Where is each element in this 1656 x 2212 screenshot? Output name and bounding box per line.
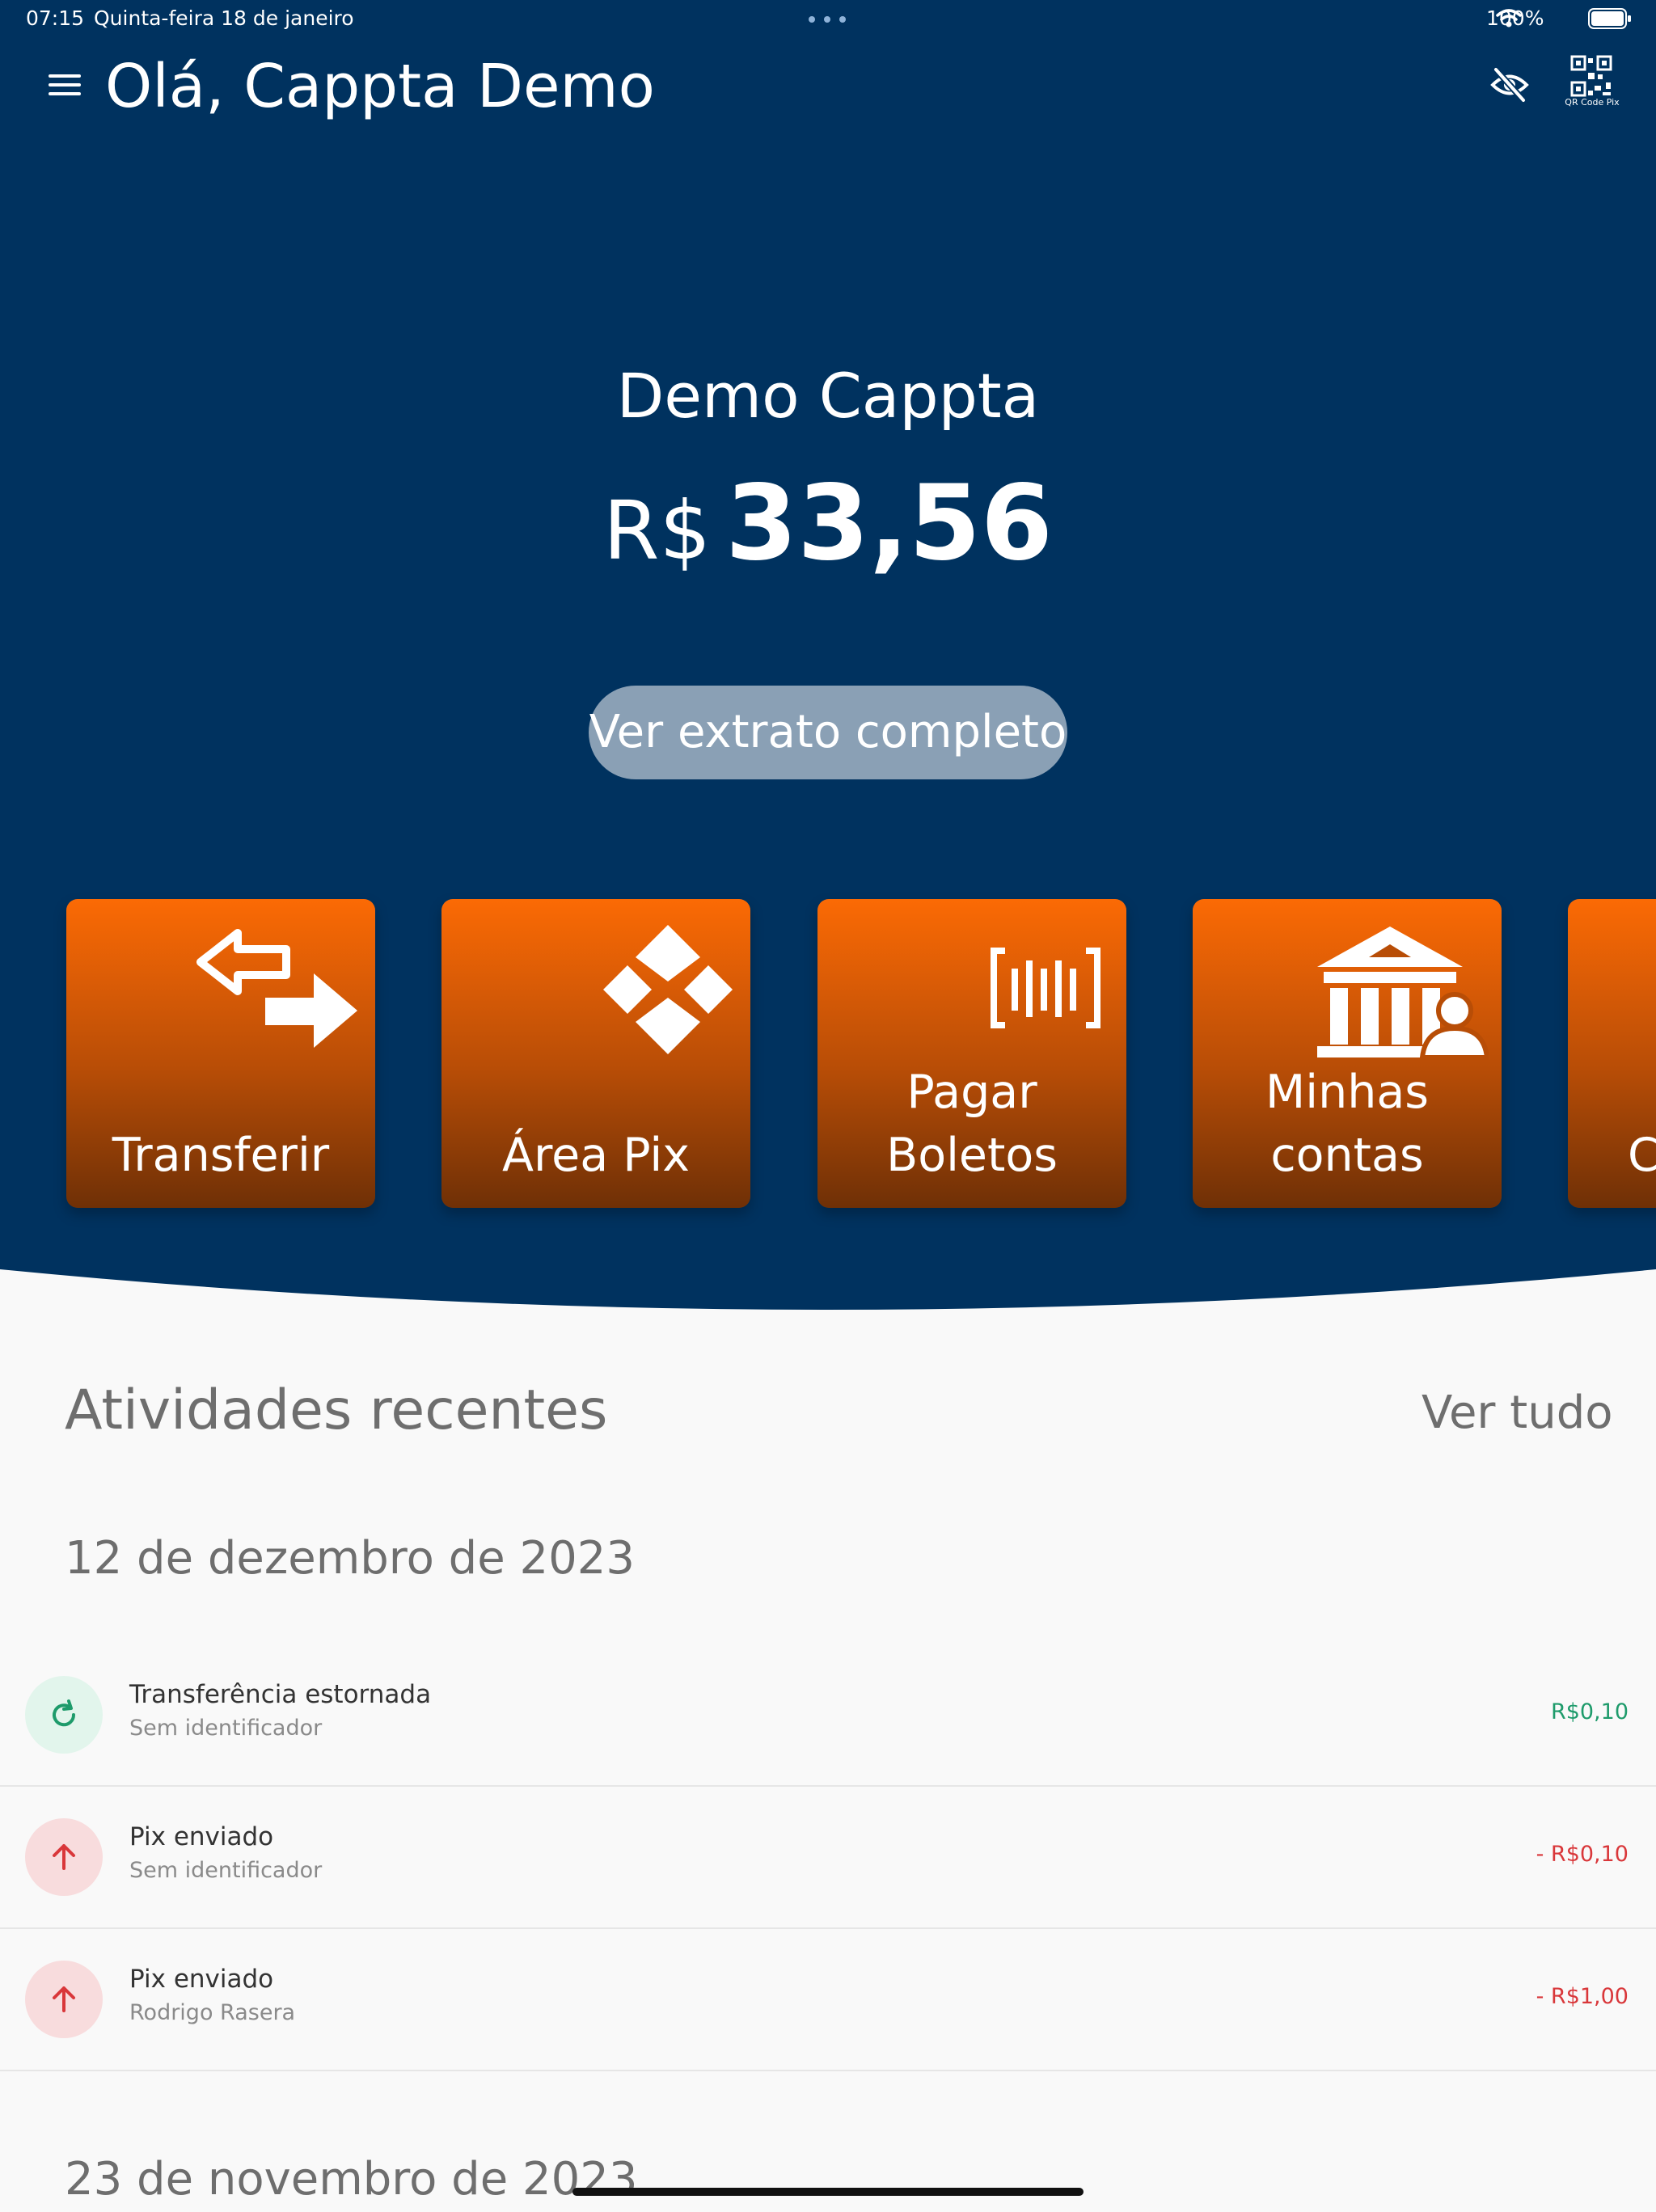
activity-title: Pix enviado [129, 1965, 274, 1994]
view-statement-button[interactable]: Ver extrato completo [589, 686, 1067, 779]
barcode-icon [991, 948, 1100, 1028]
balance-amount: R$ 33,56 [0, 467, 1656, 611]
activity-item[interactable]: Pix enviado Sem identificador - R$0,10 [0, 1785, 1656, 1929]
refund-icon [25, 1676, 103, 1754]
activity-item[interactable]: Transferência estornada Sem identificado… [0, 1643, 1656, 1787]
action-card-bills[interactable]: Pagar Boletos [817, 899, 1126, 1208]
status-date: Quinta-feira 18 de janeiro [94, 6, 354, 30]
battery-percentage: 100% [1486, 6, 1544, 30]
bank-user-icon [1317, 927, 1489, 1060]
activity-title: Transferência estornada [129, 1680, 432, 1709]
recent-activity-title: Atividades recentes [65, 1378, 608, 1442]
activity-subtitle: Rodrigo Rasera [129, 2000, 296, 2025]
qr-code-icon [1570, 55, 1612, 97]
activity-amount: - R$0,10 [1536, 1842, 1629, 1867]
home-indicator[interactable] [572, 2188, 1084, 2196]
action-card-transfer[interactable]: Transferir [66, 899, 375, 1208]
action-card-partial[interactable]: C [1568, 899, 1656, 1208]
header-curve [0, 1269, 1656, 1326]
battery-icon [1588, 8, 1631, 29]
arrow-up-icon [25, 1818, 103, 1896]
activity-title: Pix enviado [129, 1822, 274, 1851]
activity-item[interactable]: Pix enviado Rodrigo Rasera - R$1,00 [0, 1927, 1656, 2071]
action-card-label: Área Pix [502, 1129, 690, 1182]
pix-icon [603, 925, 733, 1054]
balance-currency: R$ [603, 483, 712, 578]
account-name: Demo Cappta [616, 360, 1040, 432]
action-card-label: C [1628, 1129, 1656, 1182]
menu-icon[interactable] [49, 73, 81, 97]
multitasking-dots-icon[interactable] [809, 16, 846, 23]
qr-code-pix-button[interactable]: QR Code Pix [1562, 55, 1622, 113]
transfer-arrows-icon [196, 929, 357, 1048]
date-header: 23 de novembro de 2023 [65, 2153, 638, 2206]
action-card-pix[interactable]: Área Pix [441, 899, 750, 1208]
qr-code-pix-label: QR Code Pix [1565, 97, 1620, 108]
activity-subtitle: Sem identificador [129, 1858, 323, 1883]
status-time: 07:15 [26, 6, 85, 30]
action-card-label: Transferir [112, 1129, 330, 1182]
view-all-link[interactable]: Ver tudo [1422, 1381, 1613, 1446]
action-card-label: Pagar Boletos [886, 1066, 1058, 1182]
greeting-title: Olá, Cappta Demo [105, 52, 655, 121]
activity-amount: - R$1,00 [1536, 1984, 1629, 2009]
arrow-up-icon [25, 1961, 103, 2038]
date-header: 12 de dezembro de 2023 [65, 1532, 635, 1585]
activity-amount: R$0,10 [1550, 1699, 1629, 1724]
eye-off-icon[interactable] [1489, 65, 1530, 105]
activity-subtitle: Sem identificador [129, 1716, 323, 1741]
action-card-accounts[interactable]: Minhas contas [1193, 899, 1502, 1208]
account-header: 07:15 Quinta-feira 18 de janeiro 100% Ol… [0, 0, 1656, 1326]
balance-value: 33,56 [725, 463, 1053, 584]
action-card-label: Minhas contas [1265, 1066, 1429, 1182]
